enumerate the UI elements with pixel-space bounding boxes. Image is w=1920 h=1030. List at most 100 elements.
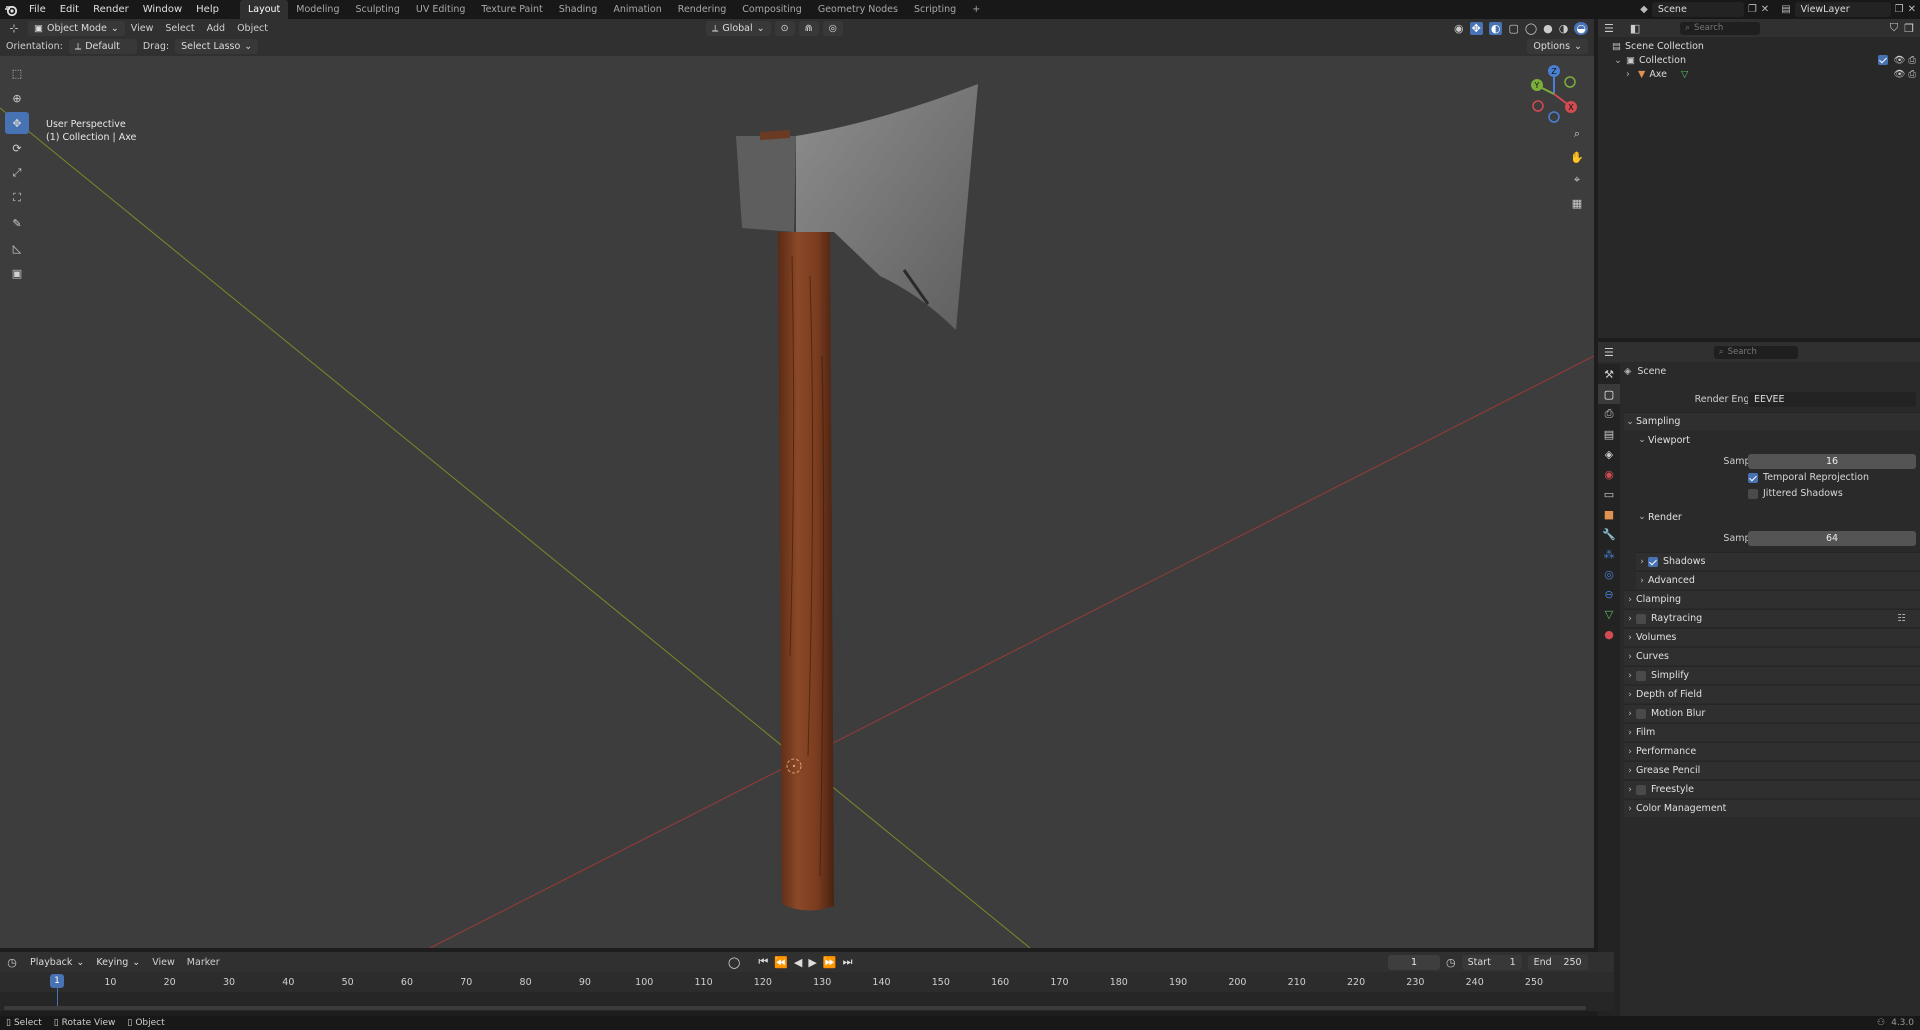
panel-simplify[interactable]: › Simplify <box>1624 666 1920 684</box>
panel-film[interactable]: › Film <box>1624 723 1920 741</box>
scene-icon[interactable]: ◆ <box>1640 4 1648 15</box>
properties-editor-icon[interactable]: ☰ <box>1604 346 1614 359</box>
scale-tool-icon[interactable]: ⤢ <box>5 162 29 184</box>
modifier-tab-icon[interactable]: 🔧 <box>1598 524 1620 544</box>
menu-add[interactable]: Add <box>201 23 231 34</box>
tab-layout[interactable]: Layout <box>239 0 289 19</box>
jump-start-icon[interactable]: ⏮ <box>758 955 768 969</box>
menu-object[interactable]: Object <box>231 23 274 34</box>
marker-menu[interactable]: Marker <box>181 957 226 968</box>
simplify-checkbox[interactable] <box>1636 670 1646 681</box>
raytracing-checkbox[interactable] <box>1636 613 1646 624</box>
transform-tool-icon[interactable]: ⛶ <box>5 187 29 209</box>
jittered-shadows-checkbox[interactable]: Jittered Shadows <box>1748 488 1843 499</box>
xray-icon[interactable]: ▢ <box>1508 22 1518 35</box>
new-scene-icon[interactable]: ❐ <box>1748 4 1757 15</box>
view-layer-tab-icon[interactable]: ▤ <box>1598 424 1620 444</box>
frame-ruler[interactable]: 1 10 20 30 40 50 60 70 80 90 100 110 120 130 140 150 16… <box>0 972 1614 1010</box>
scene-tab-icon[interactable]: ◈ <box>1598 444 1620 464</box>
tab-geometry-nodes[interactable]: Geometry Nodes <box>810 0 906 19</box>
freestyle-checkbox[interactable] <box>1636 784 1646 795</box>
subpanel-render[interactable]: ⌄ Render <box>1636 508 1920 526</box>
start-frame-field[interactable]: Start 1 <box>1461 954 1522 970</box>
viewlayer-selector[interactable]: ViewLayer <box>1794 2 1891 17</box>
subpanel-advanced[interactable]: › Advanced <box>1636 571 1920 589</box>
panel-volumes[interactable]: › Volumes <box>1624 628 1920 646</box>
subpanel-viewport[interactable]: ⌄ Viewport <box>1636 431 1920 449</box>
camera-view-icon[interactable]: ⌖ <box>1566 170 1588 190</box>
menu-window[interactable]: Window <box>136 0 189 19</box>
tab-sculpting[interactable]: Sculpting <box>347 0 407 19</box>
panel-color-management[interactable]: › Color Management <box>1624 799 1920 817</box>
world-tab-icon[interactable]: ◉ <box>1598 464 1620 484</box>
ortho-toggle-icon[interactable]: ▦ <box>1566 193 1588 213</box>
tab-compositing[interactable]: Compositing <box>734 0 810 19</box>
cursor-tool-icon[interactable]: ⊕ <box>5 87 29 109</box>
render-tab-icon[interactable]: ▢ <box>1598 384 1620 404</box>
rendered-shading-icon[interactable]: ◒ <box>1574 21 1588 35</box>
output-tab-icon[interactable]: ⎙ <box>1598 404 1620 424</box>
play-reverse-icon[interactable]: ◀ <box>794 956 802 969</box>
blender-logo-icon[interactable] <box>0 0 22 19</box>
add-cube-tool-icon[interactable]: ▣ <box>5 262 29 284</box>
panel-sampling[interactable]: ⌄ Sampling <box>1624 412 1920 430</box>
subpanel-shadows[interactable]: › Shadows <box>1636 552 1920 570</box>
axe-model[interactable] <box>736 84 978 911</box>
panel-clamping[interactable]: › Clamping <box>1624 590 1920 608</box>
panel-freestyle[interactable]: › Freestyle <box>1624 780 1920 798</box>
next-keyframe-icon[interactable]: ⏩ <box>823 956 837 969</box>
annotate-tool-icon[interactable]: ✎ <box>5 212 29 234</box>
panel-grease-pencil[interactable]: › Grease Pencil <box>1624 761 1920 779</box>
camera-icon[interactable]: ⎙ <box>1908 69 1916 80</box>
outliner-editor-icon[interactable]: ☰ <box>1604 22 1614 35</box>
select-box-tool-icon[interactable]: ⬚ <box>5 62 29 84</box>
rotate-tool-icon[interactable]: ⟳ <box>5 137 29 159</box>
motion-blur-checkbox[interactable] <box>1636 708 1646 719</box>
new-viewlayer-icon[interactable]: ❐ <box>1895 4 1904 15</box>
render-samples-field[interactable]: 64 <box>1748 531 1916 546</box>
drag-dropdown[interactable]: Select Lasso ⌄ <box>175 39 259 54</box>
mesh-data-icon[interactable]: ▽ <box>1681 69 1688 80</box>
panel-performance[interactable]: › Performance <box>1624 742 1920 760</box>
exclude-checkbox[interactable] <box>1878 55 1889 65</box>
pan-hand-icon[interactable]: ✋ <box>1566 147 1588 167</box>
jump-end-icon[interactable]: ⏭ <box>843 955 853 969</box>
eye-icon[interactable]: 👁 <box>1893 69 1905 80</box>
clock-icon[interactable]: ◷ <box>1446 956 1456 969</box>
temporal-reprojection-checkbox[interactable]: Temporal Reprojection <box>1748 472 1869 483</box>
pivot-point-dropdown[interactable]: ⊙ <box>774 20 795 36</box>
scene-selector[interactable]: Scene <box>1651 2 1744 17</box>
menu-select[interactable]: Select <box>159 23 200 34</box>
menu-file[interactable]: File <box>22 0 53 19</box>
preset-list-icon[interactable]: ☷ <box>1897 613 1906 624</box>
constraints-tab-icon[interactable]: ⊖ <box>1598 584 1620 604</box>
timeline-editor-icon[interactable]: ◷ <box>0 956 24 969</box>
prev-keyframe-icon[interactable]: ⏪ <box>774 956 788 969</box>
camera-icon[interactable]: ⎙ <box>1908 55 1916 66</box>
move-tool-icon[interactable]: ✥ <box>5 112 29 134</box>
visibility-icon[interactable]: ◉ <box>1454 22 1464 35</box>
timeline-scrollbar[interactable] <box>4 1006 1586 1010</box>
panel-depth-of-field[interactable]: › Depth of Field <box>1624 685 1920 703</box>
render-engine-dropdown[interactable]: EEVEE <box>1748 392 1916 407</box>
display-mode-icon[interactable]: ◧ <box>1630 22 1640 35</box>
navigation-gizmo[interactable]: Z Y X <box>1524 62 1584 124</box>
collection-tab-icon[interactable]: ▭ <box>1598 484 1620 504</box>
viewlayer-icon[interactable]: ▤ <box>1781 4 1790 15</box>
tab-modeling[interactable]: Modeling <box>288 0 347 19</box>
data-tab-icon[interactable]: ▽ <box>1598 604 1620 624</box>
timeline-view-menu[interactable]: View <box>146 957 181 968</box>
object-mode-dropdown[interactable]: ▣ Object Mode ⌄ <box>28 20 125 36</box>
keying-menu[interactable]: Keying ⌄ <box>90 955 146 970</box>
tab-scripting[interactable]: Scripting <box>906 0 964 19</box>
proportional-edit-toggle[interactable]: ◎ <box>822 20 843 36</box>
menu-view[interactable]: View <box>125 23 160 34</box>
outliner-search[interactable]: ⌕ Search <box>1680 21 1761 35</box>
object-tab-icon[interactable]: ■ <box>1598 504 1620 524</box>
menu-edit[interactable]: Edit <box>53 0 86 19</box>
properties-search[interactable]: ⌕ Search <box>1713 345 1798 359</box>
panel-motion-blur[interactable]: › Motion Blur <box>1624 704 1920 722</box>
outliner-object-axe[interactable]: › ▼ Axe ▽ 👁 ⎙ <box>1626 67 1916 81</box>
tab-texture-paint[interactable]: Texture Paint <box>473 0 550 19</box>
outliner-collection[interactable]: ⌄ ▣ Collection 👁 ⎙ <box>1614 53 1916 67</box>
